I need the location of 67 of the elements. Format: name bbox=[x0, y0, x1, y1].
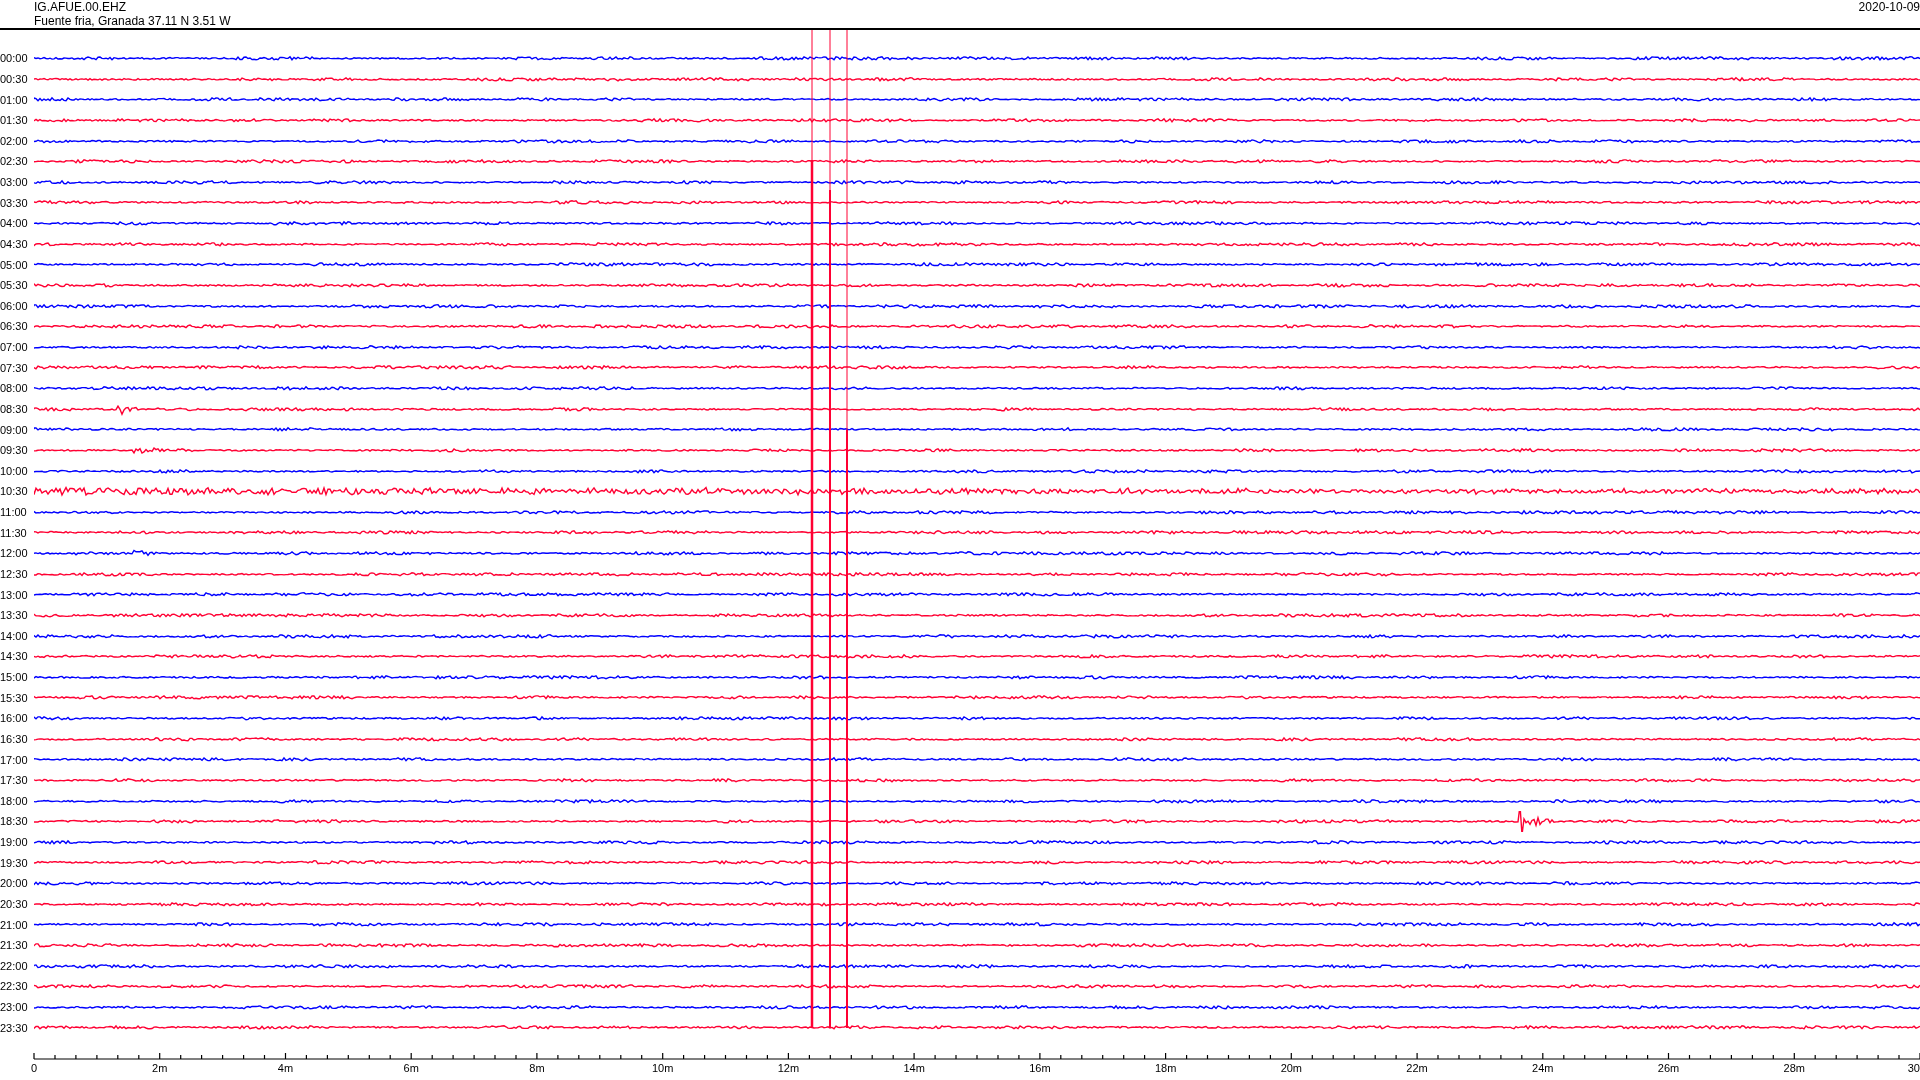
time-label: 02:30 bbox=[0, 155, 29, 168]
time-label: 23:00 bbox=[0, 1001, 29, 1014]
time-label: 08:30 bbox=[0, 402, 29, 415]
time-label: 06:00 bbox=[0, 299, 29, 312]
time-label: 02:00 bbox=[0, 134, 29, 147]
axis-tick-label: 12m bbox=[777, 1062, 800, 1074]
time-label: 23:30 bbox=[0, 1021, 29, 1034]
time-label: 20:30 bbox=[0, 897, 29, 910]
time-label: 05:00 bbox=[0, 258, 29, 271]
axis-tick-label: 16m bbox=[1029, 1062, 1051, 1074]
axis-tick-label: 4m bbox=[277, 1062, 294, 1074]
time-label: 11:30 bbox=[0, 526, 28, 539]
time-label: 16:00 bbox=[0, 712, 29, 725]
axis-tick-label: 14m bbox=[903, 1062, 925, 1074]
time-label: 10:00 bbox=[0, 464, 29, 477]
axis-tick-label: 10m bbox=[651, 1062, 674, 1074]
plot-date: 2020-10-09 bbox=[1858, 0, 1920, 16]
axis-tick-label: 2m bbox=[152, 1062, 168, 1074]
station-location: Fuente fria, Granada 37.11 N 3.51 W bbox=[34, 14, 231, 28]
time-label: 09:30 bbox=[0, 444, 29, 457]
time-label: 17:00 bbox=[0, 753, 29, 766]
time-label: 13:00 bbox=[0, 588, 29, 601]
time-label: 03:30 bbox=[0, 196, 29, 209]
axis-tick-label: 22m bbox=[1406, 1062, 1428, 1074]
axis-tick-label: 18m bbox=[1154, 1062, 1177, 1074]
axis-tick-label: 6m bbox=[403, 1062, 419, 1074]
time-label: 04:30 bbox=[0, 237, 29, 250]
time-label: 10:30 bbox=[0, 485, 29, 498]
time-label: 16:30 bbox=[0, 732, 29, 745]
time-label: 04:00 bbox=[0, 217, 29, 230]
time-label: 01:00 bbox=[0, 93, 29, 106]
time-label: 07:30 bbox=[0, 361, 29, 374]
station-code: IG.AFUE.00.EHZ bbox=[34, 0, 128, 14]
time-label: 05:30 bbox=[0, 279, 29, 292]
time-label: 11:00 bbox=[0, 506, 28, 519]
time-label: 18:00 bbox=[0, 794, 29, 807]
time-label: 18:30 bbox=[0, 815, 29, 828]
time-label: 22:30 bbox=[0, 980, 29, 993]
time-label: 15:00 bbox=[0, 671, 29, 684]
time-label: 14:00 bbox=[0, 629, 29, 642]
axis-tick-label: 28m bbox=[1783, 1062, 1805, 1074]
time-label: 19:00 bbox=[0, 836, 29, 849]
axis-tick-label: 30 bbox=[1907, 1062, 1920, 1074]
time-label: 20:00 bbox=[0, 877, 29, 890]
time-label: 01:30 bbox=[0, 114, 29, 127]
time-label: 00:00 bbox=[0, 52, 29, 65]
time-label: 22:00 bbox=[0, 959, 29, 972]
time-label: 15:30 bbox=[0, 691, 29, 704]
axis-tick-label: 0 bbox=[30, 1062, 38, 1074]
time-label: 19:30 bbox=[0, 856, 29, 869]
axis-tick-label: 26m bbox=[1657, 1062, 1680, 1074]
time-label: 14:30 bbox=[0, 650, 29, 663]
time-label: 17:30 bbox=[0, 774, 29, 787]
time-label: 21:00 bbox=[0, 918, 29, 931]
time-label: 08:00 bbox=[0, 382, 29, 395]
time-label: 12:30 bbox=[0, 567, 29, 580]
time-label: 13:30 bbox=[0, 609, 29, 622]
time-label: 03:00 bbox=[0, 176, 29, 189]
axis-tick-label: 20m bbox=[1280, 1062, 1303, 1074]
time-label: 07:00 bbox=[0, 341, 29, 354]
time-label: 00:30 bbox=[0, 72, 29, 85]
time-label: 12:00 bbox=[0, 547, 29, 560]
time-label: 09:00 bbox=[0, 423, 29, 436]
time-label: 21:30 bbox=[0, 939, 29, 952]
time-label: 06:30 bbox=[0, 320, 29, 333]
axis-tick-label: 8m bbox=[529, 1062, 545, 1074]
axis-tick-label: 24m bbox=[1532, 1062, 1554, 1074]
